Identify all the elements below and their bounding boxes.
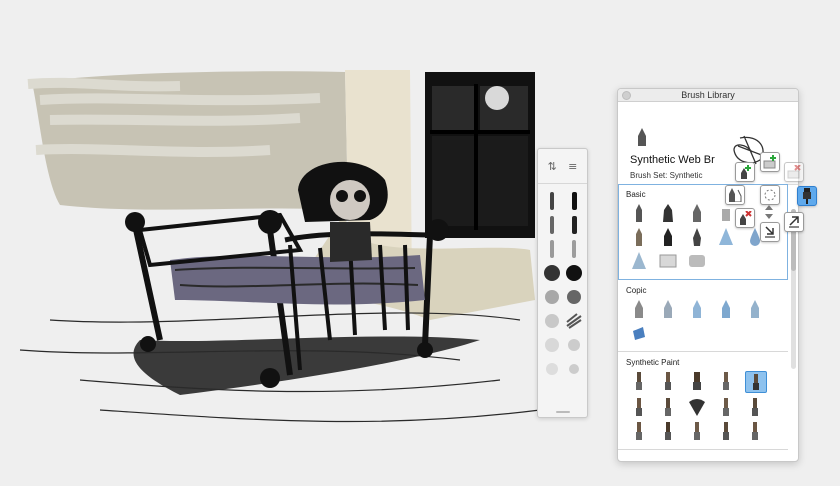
brush-palette-item[interactable] (543, 238, 561, 259)
paint-brush[interactable] (742, 421, 768, 441)
brush-palette-header: ⇅ ≡ (538, 149, 587, 184)
pin-brush-icon[interactable] (797, 186, 817, 206)
resize-handle[interactable] (556, 411, 570, 413)
window (425, 72, 535, 238)
brush-set-synthetic-paint[interactable]: Synthetic Paint (618, 352, 788, 450)
paint-brush[interactable] (626, 397, 652, 417)
blender-brush[interactable] (655, 251, 681, 271)
brush-palette-item[interactable] (565, 310, 583, 331)
paint-brush[interactable] (684, 371, 710, 391)
current-brush-name: Synthetic Web Br (630, 154, 715, 166)
sliders-icon[interactable]: ⇅ (548, 160, 557, 173)
paint-brush[interactable] (655, 421, 681, 441)
current-brush-set: Brush Set: Synthetic (630, 171, 703, 180)
menu-icon[interactable]: ≡ (568, 160, 577, 173)
brush-library-title: Brush Library (681, 90, 735, 100)
pen-brush[interactable] (684, 203, 710, 223)
brush-palette-item[interactable] (565, 334, 583, 355)
paint-brush[interactable] (626, 371, 652, 391)
copic-brush[interactable] (713, 299, 739, 319)
copic-brush[interactable] (655, 299, 681, 319)
brush-palette-item[interactable] (543, 358, 561, 379)
airbrush-brush[interactable] (655, 227, 681, 247)
brush-palette-item[interactable] (565, 214, 583, 235)
brush-set-label: Basic (626, 190, 646, 199)
brush-set-copic[interactable]: Copic (618, 280, 788, 352)
brush-palette-item[interactable] (543, 214, 561, 235)
brush-palette-item[interactable] (543, 310, 561, 331)
brush-library-window: Brush Library Synthetic Web Br Brush Set… (617, 88, 799, 462)
current-brush-preview: Synthetic Web Br Brush Set: Synthetic (618, 102, 798, 185)
fan-brush[interactable] (684, 397, 710, 417)
felt-tip-brush[interactable] (626, 227, 652, 247)
paint-brush-selected[interactable] (745, 371, 767, 393)
copic-box-brush[interactable] (626, 323, 652, 343)
delete-brush-icon[interactable] (735, 208, 755, 228)
export-brush-icon[interactable] (784, 212, 804, 232)
brush-set-label: Copic (626, 286, 647, 295)
triangle-brush[interactable] (626, 251, 652, 271)
paint-brush[interactable] (713, 421, 739, 441)
brush-palette-item[interactable] (565, 190, 583, 211)
paint-brush[interactable] (655, 397, 681, 417)
add-set-icon[interactable] (760, 152, 780, 172)
brush-palette-item[interactable] (543, 262, 561, 283)
copic-brush[interactable] (684, 299, 710, 319)
add-brush-icon[interactable] (735, 162, 755, 182)
paint-brush[interactable] (684, 421, 710, 441)
remove-brush-icon (784, 162, 804, 182)
import-brush-icon[interactable] (760, 222, 780, 242)
brush-properties-icon[interactable] (760, 185, 780, 205)
marker-brush[interactable] (655, 203, 681, 223)
brush-grid (626, 203, 780, 271)
brush-palette-item[interactable] (543, 334, 561, 355)
brush-palette-item[interactable] (565, 262, 583, 283)
duplicate-brush-icon[interactable] (725, 185, 745, 205)
brush-grid (626, 371, 780, 441)
paint-brush[interactable] (626, 421, 652, 441)
paint-brush[interactable] (713, 397, 739, 417)
brush-palette-item[interactable] (565, 238, 583, 259)
brush-palette-item[interactable] (565, 358, 583, 379)
brush-palette-panel: ⇅ ≡ (537, 148, 588, 418)
paint-brush[interactable] (742, 397, 768, 417)
copic-brush[interactable] (742, 299, 768, 319)
paint-brush[interactable] (655, 371, 681, 391)
close-icon[interactable] (622, 91, 631, 100)
brush-grid (626, 299, 780, 343)
brush-set-label: Synthetic Paint (626, 358, 680, 367)
cone-brush[interactable] (713, 227, 739, 247)
reorder-icon[interactable] (760, 203, 778, 221)
gray-marker-brush[interactable] (684, 251, 710, 271)
copic-brush[interactable] (626, 299, 652, 319)
current-brush-icon (638, 128, 646, 146)
brush-library-titlebar: Brush Library (618, 89, 798, 102)
paint-brush[interactable] (713, 371, 739, 391)
brush-sets-scrollbar[interactable] (791, 209, 796, 369)
brush-palette-item[interactable] (543, 190, 561, 211)
brush-palette-grid (538, 184, 587, 385)
pencil-brush[interactable] (626, 203, 652, 223)
brush-palette-item[interactable] (565, 286, 583, 307)
pointed-pen-brush[interactable] (684, 227, 710, 247)
brush-palette-item[interactable] (543, 286, 561, 307)
floor-shadow (19, 312, 541, 423)
